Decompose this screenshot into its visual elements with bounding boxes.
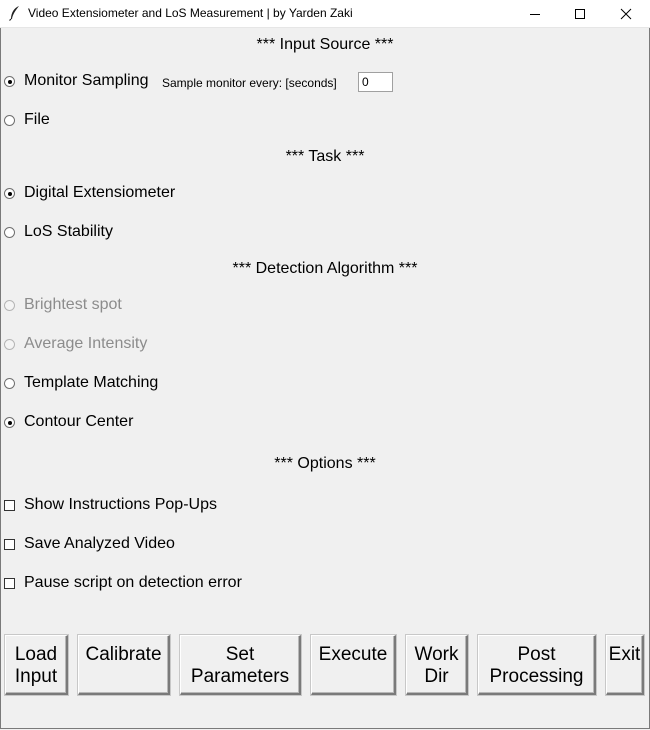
- radio-monitor-sampling[interactable]: Monitor Sampling: [0, 70, 160, 94]
- work-dir-button[interactable]: Work Dir: [406, 635, 468, 695]
- radio-button[interactable]: [4, 417, 15, 428]
- radio-label: Digital Extensiometer: [24, 184, 176, 201]
- options-header: *** Options ***: [274, 455, 376, 472]
- sample-interval-label: Sample monitor every: [seconds]: [162, 76, 337, 90]
- close-button[interactable]: [603, 0, 649, 27]
- detection-algorithm-header: *** Detection Algorithm ***: [232, 260, 418, 277]
- input-source-header: *** Input Source ***: [256, 36, 394, 53]
- checkbox[interactable]: [4, 539, 15, 550]
- radio-label: Average Intensity: [24, 335, 148, 352]
- radio-button[interactable]: [4, 76, 15, 87]
- maximize-icon: [575, 8, 585, 19]
- calibrate-button[interactable]: Calibrate: [78, 635, 170, 695]
- radio-label: Contour Center: [24, 413, 134, 430]
- minimize-icon: [530, 13, 540, 15]
- radio-los-stability[interactable]: LoS Stability: [0, 221, 140, 245]
- close-icon: [620, 8, 632, 19]
- radio-label: LoS Stability: [24, 223, 113, 240]
- radio-label: Monitor Sampling: [24, 72, 149, 89]
- radio-button[interactable]: [4, 227, 15, 238]
- radio-button: [4, 339, 15, 350]
- app-window: [0, 0, 650, 729]
- checkbox[interactable]: [4, 578, 15, 589]
- execute-button[interactable]: Execute: [311, 635, 396, 695]
- radio-label: Template Matching: [24, 374, 159, 391]
- maximize-button[interactable]: [557, 0, 603, 27]
- checkbox-pause-on-error[interactable]: Pause script on detection error: [0, 572, 260, 596]
- radio-file[interactable]: File: [0, 109, 80, 133]
- radio-button[interactable]: [4, 378, 15, 389]
- checkbox-label: Save Analyzed Video: [24, 535, 175, 552]
- radio-button: [4, 300, 15, 311]
- checkbox[interactable]: [4, 500, 15, 511]
- radio-button[interactable]: [4, 188, 15, 199]
- feather-icon: [8, 5, 22, 21]
- sample-interval-input[interactable]: [358, 72, 393, 92]
- window-title: Video Extensiometer and LoS Measurement …: [28, 6, 353, 20]
- radio-button[interactable]: [4, 115, 15, 126]
- post-processing-button[interactable]: Post Processing: [478, 635, 596, 695]
- radio-average-intensity: Average Intensity: [0, 333, 160, 357]
- checkbox-show-instructions[interactable]: Show Instructions Pop-Ups: [0, 494, 230, 518]
- minimize-button[interactable]: [512, 0, 558, 27]
- radio-label: File: [24, 111, 50, 128]
- task-header: *** Task ***: [285, 148, 365, 165]
- radio-template-matching[interactable]: Template Matching: [0, 372, 170, 396]
- radio-contour-center[interactable]: Contour Center: [0, 411, 150, 435]
- load-input-button[interactable]: Load Input: [5, 635, 68, 695]
- exit-button[interactable]: Exit: [606, 635, 644, 695]
- checkbox-save-analyzed-video[interactable]: Save Analyzed Video: [0, 533, 200, 557]
- radio-brightest-spot: Brightest spot: [0, 294, 140, 318]
- radio-label: Brightest spot: [24, 296, 122, 313]
- set-parameters-button[interactable]: Set Parameters: [180, 635, 301, 695]
- radio-digital-extensiometer[interactable]: Digital Extensiometer: [0, 182, 200, 206]
- checkbox-label: Show Instructions Pop-Ups: [24, 496, 217, 513]
- checkbox-label: Pause script on detection error: [24, 574, 242, 591]
- title-bar[interactable]: Video Extensiometer and LoS Measurement …: [0, 0, 650, 28]
